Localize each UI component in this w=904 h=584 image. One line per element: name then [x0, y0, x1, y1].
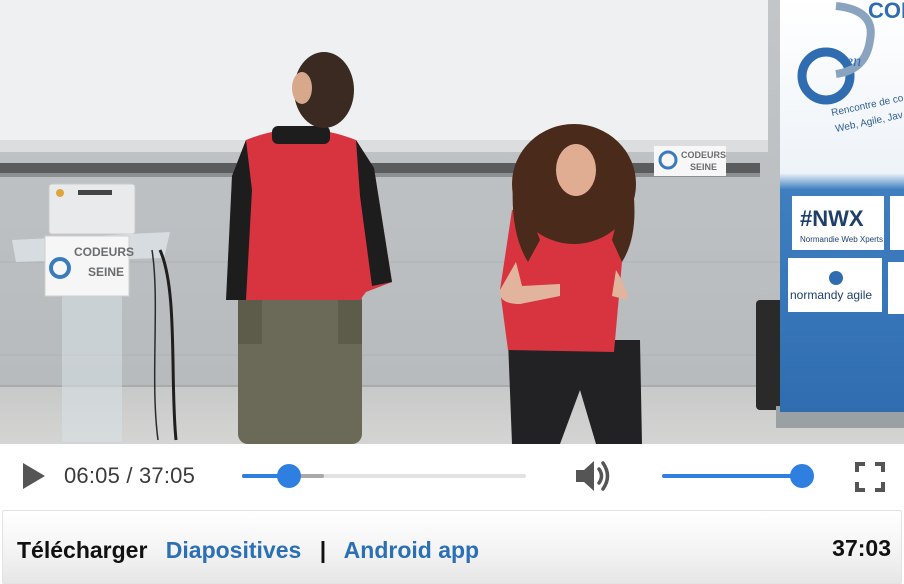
volume-icon — [576, 461, 610, 491]
progress-bar[interactable] — [242, 464, 526, 488]
wall-sign-line2: SEINE — [690, 162, 717, 172]
volume-button[interactable] — [574, 457, 614, 495]
fullscreen-icon — [855, 462, 885, 492]
download-label[interactable]: Télécharger — [17, 537, 147, 563]
podium-sign-line1: CODEURS — [74, 245, 134, 259]
rollup-banner: CODEURS en Rencontre de co Web, Agile, J… — [780, 0, 904, 412]
banner-logo-text: CODEURS — [868, 0, 904, 23]
video-frame[interactable]: CODEURS SEINE CODEURS SEINE CO en Rencon… — [0, 0, 904, 444]
play-icon — [23, 463, 45, 489]
fullscreen-button[interactable] — [854, 461, 886, 493]
slides-link[interactable]: Diapositives — [166, 537, 302, 563]
wall-sign-line1: CODEURS — [681, 150, 726, 160]
podium-sign-line2: SEINE — [88, 265, 124, 279]
play-button[interactable] — [20, 460, 48, 492]
banner-logo-small: en — [846, 53, 861, 70]
info-bar: Télécharger Diapositives | Android app 3… — [2, 510, 902, 584]
links-row: Télécharger Diapositives | Android app — [17, 537, 479, 564]
volume-handle[interactable] — [790, 464, 814, 488]
total-time: 37:05 — [139, 463, 196, 488]
current-time: 06:05 — [64, 463, 121, 488]
sponsor-normandy-agile: normandy agile — [790, 288, 872, 302]
sponsor-nwx: #NWX — [800, 206, 864, 231]
player-controls: 06:05 / 37:05 — [0, 444, 904, 508]
time-separator: / — [126, 463, 133, 488]
speaker-woman — [499, 124, 642, 444]
video-scene: CODEURS SEINE CODEURS SEINE CO en Rencon… — [0, 0, 904, 444]
progress-handle[interactable] — [276, 464, 301, 488]
android-app-link[interactable]: Android app — [344, 537, 479, 563]
volume-slider[interactable] — [662, 464, 814, 488]
link-separator: | — [319, 537, 327, 563]
video-duration: 37:03 — [832, 535, 891, 561]
volume-level — [662, 474, 802, 478]
time-display: 06:05 / 37:05 — [64, 463, 195, 489]
sponsor-nwx-sub: Normandie Web Xperts — [800, 235, 883, 244]
